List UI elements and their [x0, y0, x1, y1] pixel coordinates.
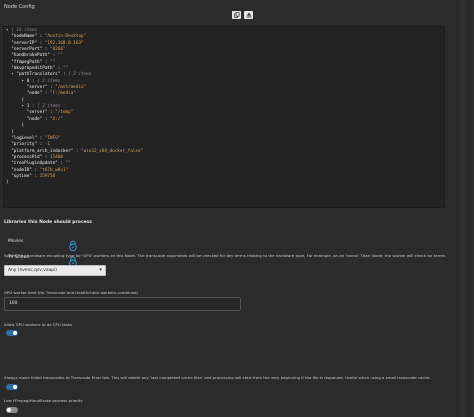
json-colon: : — [55, 66, 63, 72]
json-key: "nodeID" — [11, 167, 32, 173]
low-priority-label: Low FFmpeg/HandBrake process priority — [4, 398, 83, 403]
json-value: "8266" — [50, 47, 66, 53]
json-colon: : — [42, 154, 50, 160]
json-key: "ffmpegPath" — [11, 59, 43, 65]
toggle-knob — [13, 331, 17, 335]
json-key: "server" — [26, 110, 48, 116]
chevron-down-icon: ▾ — [99, 267, 102, 273]
gpu-cpu-tasks-toggle[interactable] — [6, 330, 18, 336]
json-key: "server" — [26, 85, 48, 91]
json-colon: : — [29, 78, 38, 84]
json-key: "node" — [26, 116, 43, 122]
json-key: "uptime" — [11, 173, 32, 179]
json-colon: : — [57, 161, 66, 167]
json-key: "mkvpropeditPath" — [11, 66, 56, 72]
library-label-movies: Movies — [8, 239, 24, 244]
hw-encoding-select[interactable]: Any (nvenc,qsv,vaapi) ▾ — [4, 265, 106, 276]
json-value: "win32_x64_docker_false" — [81, 148, 144, 154]
json-value: "t67b_wHc1" — [39, 167, 69, 173]
json-colon: : — [31, 173, 40, 179]
json-item-count: [ 2 items — [68, 72, 92, 78]
json-brace: } — [6, 180, 9, 186]
json-line: } — [6, 180, 442, 186]
json-key: "serverIP" — [11, 40, 38, 46]
gpu-limit-input[interactable]: 100 — [4, 297, 241, 311]
json-item-count: { 18 items — [11, 28, 38, 33]
json-colon: : — [42, 91, 50, 97]
json-colon: : — [31, 167, 40, 173]
json-value: 15400 — [50, 154, 63, 160]
gpu-limit-label: GPU worker limit (for Transcode and Heal… — [4, 290, 138, 295]
json-value: "" — [62, 66, 69, 72]
json-colon: : — [37, 135, 45, 141]
hw-encoding-description: Specify the hardware encoding type for '… — [4, 253, 446, 258]
unlocked-icon[interactable] — [68, 236, 78, 252]
json-key: "serverPort" — [11, 47, 43, 53]
json-value: "/mnt/media" — [55, 85, 87, 91]
json-key: "node" — [26, 91, 43, 97]
json-colon: : — [37, 40, 45, 46]
copy-icon[interactable] — [232, 11, 241, 19]
json-brace: } — [21, 97, 25, 103]
json-value: "192.168.0.163" — [44, 40, 84, 46]
json-colon: : — [47, 110, 56, 116]
json-key: "pathTranslators" — [16, 72, 61, 78]
json-value: "" — [57, 53, 63, 59]
toggle-knob — [13, 385, 17, 389]
json-value: "X:/" — [50, 116, 63, 122]
page-title: Node Config — [4, 4, 35, 10]
json-key: "platform_arch_isdocker" — [11, 148, 74, 154]
json-colon: : — [37, 142, 45, 148]
json-item-count: { 2 items — [37, 104, 61, 110]
json-viewer[interactable]: ▾ { 18 items "nodeName" : "Austin-Deskto… — [3, 26, 445, 208]
json-colon: : — [37, 34, 45, 40]
json-value: "/temp" — [55, 110, 74, 116]
json-colon: : — [42, 59, 50, 65]
json-item-count: { 2 items — [37, 78, 61, 84]
low-priority-toggle[interactable] — [6, 407, 18, 413]
hw-encoding-selected: Any (nvenc,qsv,vaapi) — [8, 268, 57, 273]
page-scrollbar[interactable] — [460, 0, 466, 417]
json-key: "cronPluginUpdate" — [11, 161, 58, 167]
move-failed-label: Always move failed transcodes to Transco… — [4, 375, 431, 380]
json-toolbar — [232, 11, 253, 19]
json-colon: : — [29, 104, 38, 110]
json-bracket: ] — [11, 129, 14, 135]
gpu-cpu-tasks-label: Allow GPU workers to do CPU tasks — [4, 322, 73, 327]
json-brace: } — [21, 123, 25, 129]
json-value: -1 — [44, 142, 51, 148]
json-value: "Austin-Desktop" — [44, 34, 87, 40]
json-value: "" — [50, 59, 56, 65]
move-failed-toggle[interactable] — [6, 384, 18, 390]
json-colon: : — [42, 47, 50, 53]
json-colon: : — [73, 148, 82, 154]
json-value: "" — [65, 161, 71, 167]
json-colon: : — [47, 85, 56, 91]
json-key: "priority" — [11, 142, 38, 148]
toggle-knob — [7, 408, 11, 412]
json-key: "logLevel" — [11, 135, 38, 141]
node-config-page: Node Config ▾ { 18 items "nodeName" : "A… — [0, 0, 474, 417]
json-value: "F:/media" — [50, 91, 76, 97]
json-key: "handbrakePath" — [11, 53, 50, 59]
json-value: "INFO" — [44, 135, 61, 141]
json-key: "processPid" — [11, 154, 43, 160]
json-value: 159750 — [39, 173, 56, 179]
libraries-heading: Libraries this Node should process — [4, 220, 92, 225]
json-colon: : — [50, 53, 58, 59]
json-colon: : — [42, 116, 50, 122]
json-colon: : — [60, 72, 69, 78]
upload-icon[interactable] — [244, 11, 253, 19]
json-key: "nodeName" — [11, 34, 38, 40]
